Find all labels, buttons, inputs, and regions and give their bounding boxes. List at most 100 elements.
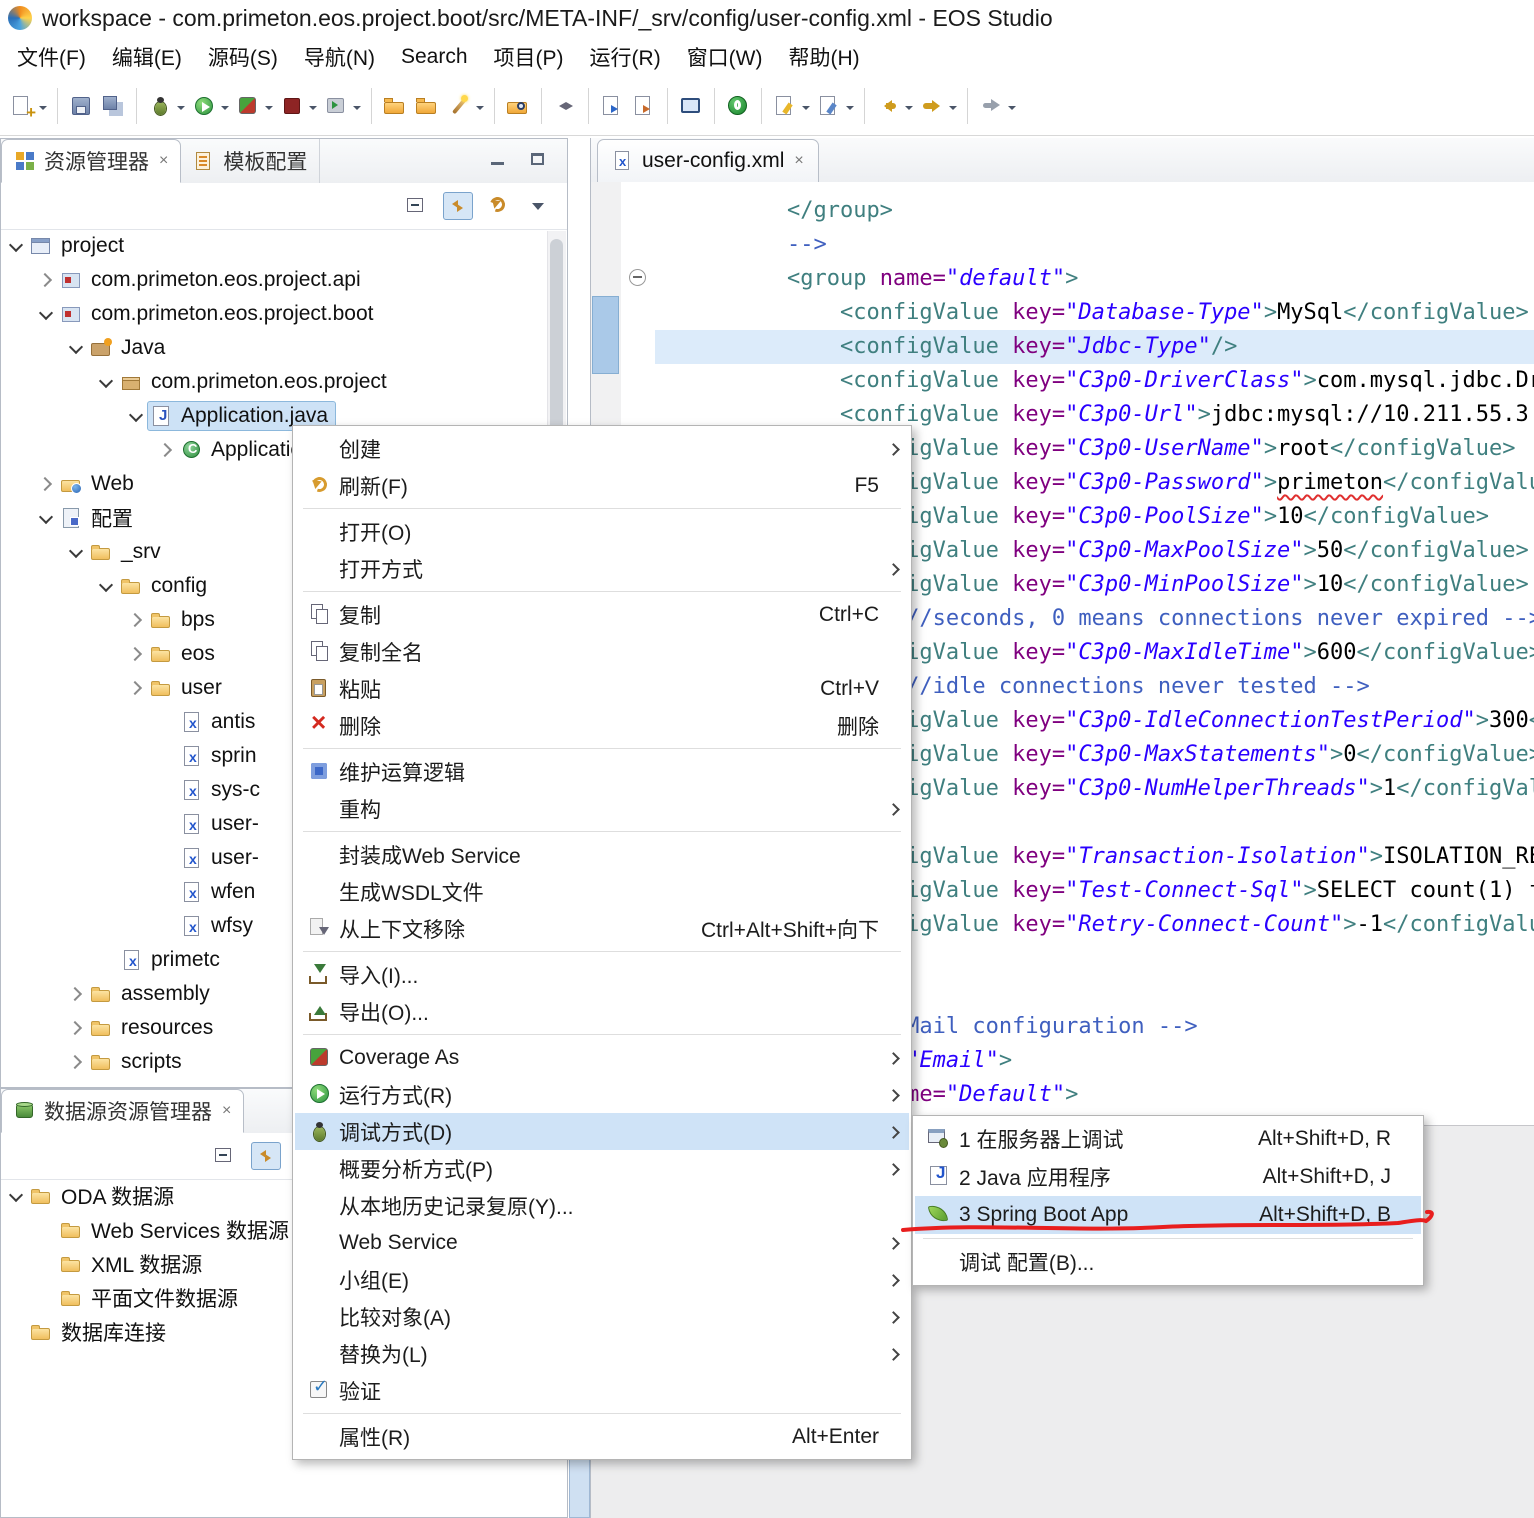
maximize-view-button[interactable] (527, 149, 549, 171)
launch-a-button[interactable] (596, 87, 628, 125)
expanded-arrow-icon[interactable] (97, 372, 117, 392)
debug-button[interactable] (144, 87, 188, 125)
menu-item-replace-with[interactable]: 替换为(L) (295, 1335, 909, 1372)
menu-item-compare-with[interactable]: 比较对象(A) (295, 1298, 909, 1335)
collapsed-arrow-icon[interactable] (37, 270, 57, 290)
scrollbar-thumb[interactable] (550, 239, 563, 439)
tab-template-config[interactable]: 模板配置 (181, 139, 320, 183)
menu-item-coverage-as[interactable]: Coverage As (295, 1039, 909, 1076)
menubar-item[interactable]: 编辑(E) (99, 38, 195, 76)
expanded-arrow-icon[interactable] (37, 508, 57, 528)
menubar-item[interactable]: 帮助(H) (776, 38, 873, 76)
expanded-arrow-icon[interactable] (67, 542, 87, 562)
terminate-button[interactable] (722, 87, 754, 125)
collapsed-arrow-icon[interactable] (127, 678, 147, 698)
menu-item-generate-wsdl[interactable]: 生成WSDL文件 (295, 873, 909, 910)
collapsed-arrow-icon[interactable] (67, 1018, 87, 1038)
tree-item[interactable]: Java (1, 331, 547, 365)
menu-item-import[interactable]: 导入(I)... (295, 956, 909, 993)
dropdown-caret-icon[interactable] (476, 106, 484, 114)
menu-item-open[interactable]: 打开(O) (295, 513, 909, 550)
menu-item-paste[interactable]: 粘贴Ctrl+V (295, 670, 909, 707)
menu-item-copy-qualified-name[interactable]: 复制全名 (295, 633, 909, 670)
launch-b-button[interactable] (628, 87, 660, 125)
menu-item-validate[interactable]: 验证 (295, 1372, 909, 1409)
menu-item-profile-as[interactable]: 概要分析方式(P) (295, 1150, 909, 1187)
menu-item-java-application[interactable]: 2 Java 应用程序Alt+Shift+D, J (915, 1158, 1421, 1196)
link-with-editor-icon[interactable] (251, 1142, 281, 1170)
next-button[interactable] (975, 87, 1019, 125)
menu-item-run-as[interactable]: 运行方式(R) (295, 1076, 909, 1113)
menu-item-remove-from-context[interactable]: 从上下文移除Ctrl+Alt+Shift+向下 (295, 910, 909, 947)
expanded-arrow-icon[interactable] (127, 406, 147, 426)
menubar-item[interactable]: 文件(F) (4, 38, 99, 76)
menu-item-wrap-web-service[interactable]: 封装成Web Service (295, 836, 909, 873)
refresh-view-icon[interactable] (485, 193, 513, 219)
fold-collapse-icon[interactable] (629, 269, 646, 286)
editor-line[interactable]: <configValue key="Jdbc-Type"/> (655, 330, 1534, 364)
editor-line[interactable]: <configValue key="C3p0-DriverClass">com.… (655, 364, 1534, 398)
editor-line[interactable]: --> (655, 228, 1534, 262)
menu-item-refactor[interactable]: 重构 (295, 790, 909, 827)
menu-item-debug-as[interactable]: 调试方式(D) (295, 1113, 909, 1150)
editor-line[interactable]: <group name="default"> (655, 262, 1534, 296)
menu-item-delete[interactable]: 删除删除 (295, 707, 909, 744)
dropdown-caret-icon[interactable] (221, 106, 229, 114)
menu-item-restore-from-local-history[interactable]: 从本地历史记录复原(Y)... (295, 1187, 909, 1224)
close-icon[interactable]: × (159, 152, 168, 170)
collapsed-arrow-icon[interactable] (37, 474, 57, 494)
coverage-button[interactable] (232, 87, 276, 125)
minimize-view-button[interactable] (487, 149, 509, 171)
collapse-all-icon[interactable] (403, 193, 431, 219)
annotation-b-button[interactable] (813, 87, 857, 125)
tree-item[interactable]: project (1, 229, 547, 263)
menubar-item[interactable]: 运行(R) (577, 38, 674, 76)
back-button[interactable] (872, 87, 916, 125)
forward-button[interactable] (916, 87, 960, 125)
menu-item-debug-on-server[interactable]: 1 在服务器上调试Alt+Shift+D, R (915, 1120, 1421, 1158)
menubar-item[interactable]: 源码(S) (195, 38, 291, 76)
editor-line[interactable]: </group> (655, 194, 1534, 228)
open-type-button[interactable] (411, 87, 443, 125)
menubar-item[interactable]: 窗口(W) (674, 38, 776, 76)
close-icon[interactable]: × (222, 1102, 231, 1120)
dropdown-caret-icon[interactable] (1008, 106, 1016, 114)
dropdown-caret-icon[interactable] (39, 106, 47, 114)
menu-item-copy[interactable]: 复制Ctrl+C (295, 596, 909, 633)
expanded-arrow-icon[interactable] (7, 1186, 27, 1206)
expanded-arrow-icon[interactable] (97, 576, 117, 596)
new-wizard-button[interactable] (6, 87, 50, 125)
tab-datasource-explorer[interactable]: 数据源资源管理器 × (1, 1089, 244, 1133)
open-resource-button[interactable] (379, 87, 411, 125)
menu-item-spring-boot-app[interactable]: 3 Spring Boot AppAlt+Shift+D, B (915, 1196, 1421, 1234)
menubar-item[interactable]: Search (388, 41, 481, 73)
tab-resource-explorer[interactable]: 资源管理器 × (1, 139, 181, 183)
external-tools-button[interactable] (320, 87, 364, 125)
menubar-item[interactable]: 项目(P) (481, 38, 577, 76)
tab-user-config-xml[interactable]: user-config.xml × (597, 139, 819, 182)
search-button[interactable] (502, 87, 534, 125)
dropdown-caret-icon[interactable] (177, 106, 185, 114)
dropdown-caret-icon[interactable] (265, 106, 273, 114)
console-button[interactable] (675, 87, 707, 125)
collapsed-arrow-icon[interactable] (157, 440, 177, 460)
collapsed-arrow-icon[interactable] (67, 984, 87, 1004)
tree-item[interactable]: com.primeton.eos.project.boot (1, 297, 547, 331)
dropdown-caret-icon[interactable] (309, 106, 317, 114)
profile-button[interactable] (276, 87, 320, 125)
dropdown-caret-icon[interactable] (949, 106, 957, 114)
dropdown-caret-icon[interactable] (905, 106, 913, 114)
compare-button[interactable] (549, 87, 581, 125)
menu-item-web-service[interactable]: Web Service (295, 1224, 909, 1261)
annotation-a-button[interactable] (769, 87, 813, 125)
close-icon[interactable]: × (794, 152, 803, 170)
expanded-arrow-icon[interactable] (7, 236, 27, 256)
dropdown-caret-icon[interactable] (353, 106, 361, 114)
menu-item-properties[interactable]: 属性(R)Alt+Enter (295, 1418, 909, 1455)
menu-item-open-with[interactable]: 打开方式 (295, 550, 909, 587)
tree-item[interactable]: com.primeton.eos.project.api (1, 263, 547, 297)
menu-item-create[interactable]: 创建 (295, 430, 909, 467)
expanded-arrow-icon[interactable] (67, 338, 87, 358)
tree-item[interactable]: com.primeton.eos.project (1, 365, 547, 399)
collapsed-arrow-icon[interactable] (67, 1052, 87, 1072)
